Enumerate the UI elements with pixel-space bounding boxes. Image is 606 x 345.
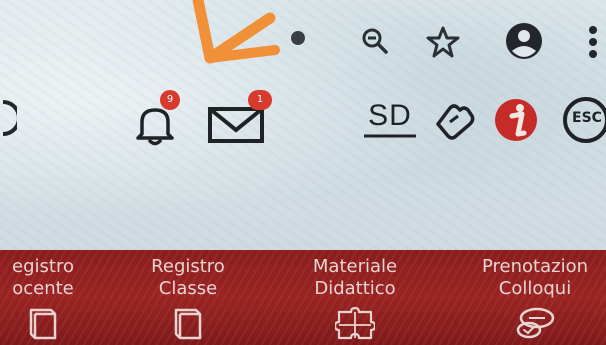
more-icon[interactable] xyxy=(585,22,601,62)
nav-label-line2: Classe xyxy=(158,278,218,299)
account-icon[interactable] xyxy=(503,20,545,62)
nav-label-line1: Materiale xyxy=(312,256,398,277)
sd-logo-icon[interactable]: SD xyxy=(360,92,420,148)
nav-label-line2: Colloqui xyxy=(498,278,572,299)
nav-label-line1: Registro xyxy=(151,256,225,277)
chat-bubbles-icon xyxy=(516,307,555,339)
nav-item-prenotazione-colloqui[interactable]: Prenotazion Colloqui xyxy=(460,256,606,340)
messages-badge: 1 xyxy=(248,90,272,110)
partial-circle-icon xyxy=(0,98,20,138)
nav-label-line1: Prenotazion xyxy=(482,256,588,277)
nav-item-materiale-didattico[interactable]: Materiale Didattico xyxy=(280,256,430,340)
nav-label-line2: Didattico xyxy=(314,278,396,299)
book-icon xyxy=(29,308,57,340)
app-header-icons: 9 1 SD ESC xyxy=(0,80,606,160)
nav-item-registro-docente[interactable]: egistro ocente xyxy=(0,256,118,340)
nav-item-registro-classe[interactable]: Registro Classe xyxy=(113,256,263,340)
star-icon[interactable] xyxy=(425,24,461,60)
annotation-arrow xyxy=(180,0,290,84)
info-icon[interactable] xyxy=(490,94,542,146)
search-zoom-icon[interactable] xyxy=(358,24,392,58)
browser-toolbar xyxy=(0,0,606,80)
nav-label-line1: egistro xyxy=(12,256,74,277)
partial-circle-icon xyxy=(288,28,308,48)
notifications-badge: 9 xyxy=(160,90,180,110)
esc-logout-icon[interactable]: ESC xyxy=(560,92,606,148)
main-navigation: egistro ocente Registro Classe Materiale… xyxy=(0,250,606,345)
esc-label: ESC xyxy=(572,110,602,126)
nav-label-line2: ocente xyxy=(12,278,74,299)
puzzle-icon xyxy=(335,306,375,340)
sd-logo-text: SD xyxy=(368,99,412,132)
puzzle-hand-icon[interactable] xyxy=(428,96,480,144)
book-icon xyxy=(174,308,202,340)
